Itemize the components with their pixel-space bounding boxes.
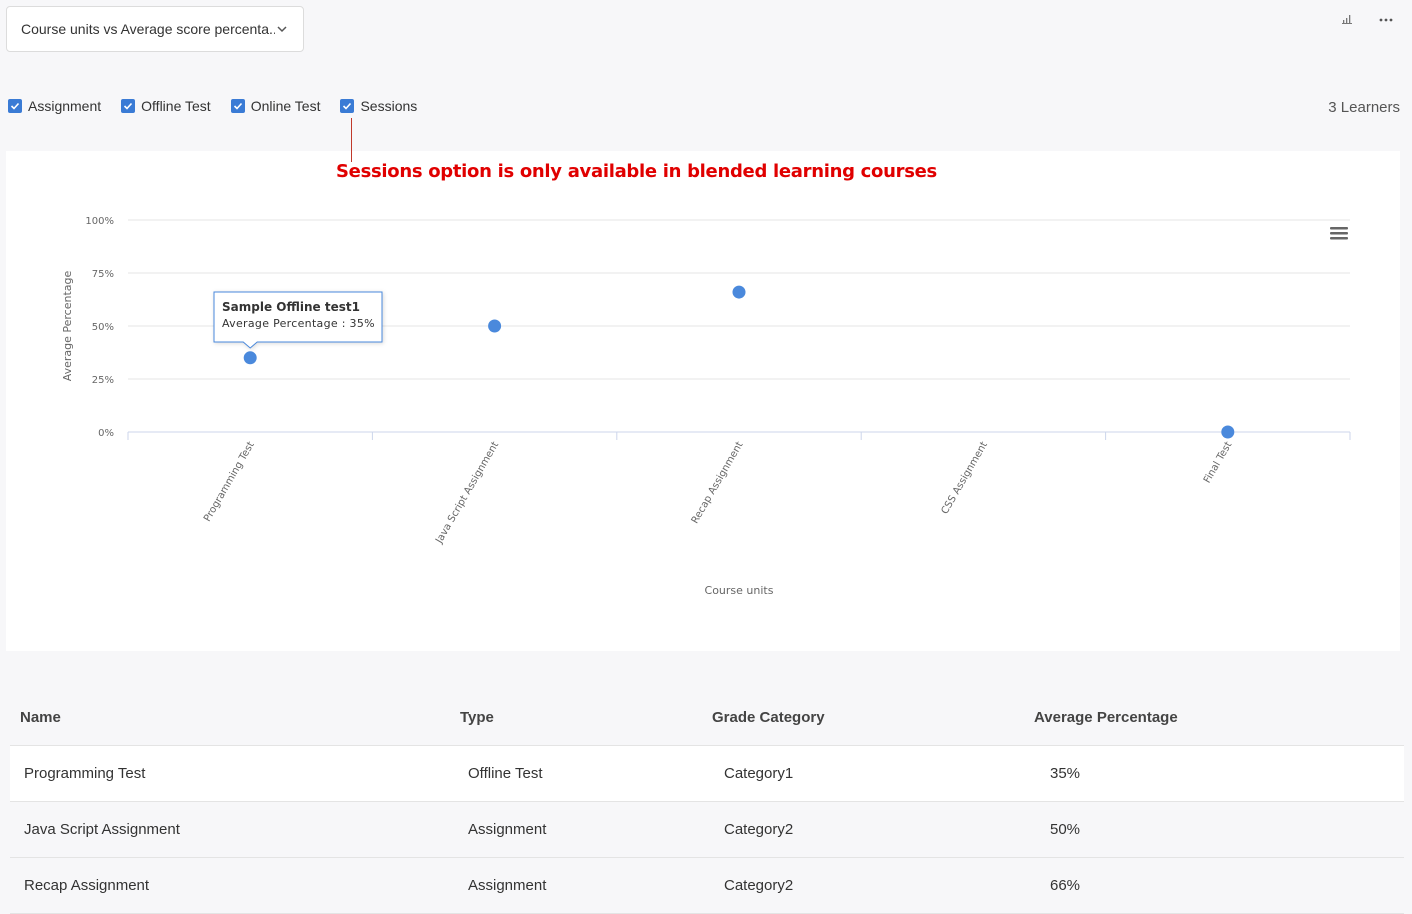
chart-menu-icon — [1330, 232, 1348, 235]
filter-assignment[interactable]: Assignment — [8, 98, 101, 114]
cell-average-percentage: 50% — [1050, 821, 1081, 838]
filter-label: Assignment — [28, 98, 102, 114]
tooltip-title: Sample Offline test1 — [222, 300, 360, 314]
x-axis-label: Course units — [705, 584, 774, 597]
data-point — [488, 319, 502, 333]
y-axis-label: Average Percentage — [61, 271, 74, 382]
header-average-percentage[interactable]: Average Percentage — [1034, 709, 1404, 726]
checkbox-checked-icon[interactable] — [340, 99, 355, 113]
checkbox-checked-icon[interactable] — [8, 99, 22, 113]
data-point — [1221, 425, 1235, 439]
sessions-annotation: Sessions option is only available in ble… — [336, 161, 937, 182]
filter-offline-test[interactable]: Offline Test — [121, 98, 211, 114]
header-grade-category[interactable]: Grade Category — [712, 709, 1034, 726]
data-point — [243, 351, 257, 365]
cell-average-percentage: 66% — [1050, 877, 1081, 894]
cell-type: Assignment — [468, 821, 547, 838]
more-options-icon[interactable] — [1378, 12, 1394, 26]
x-tick-label: CSS Assignment — [940, 440, 990, 516]
chart-menu-icon — [1330, 237, 1348, 240]
filter-label: Offline Test — [141, 98, 211, 114]
x-tick-label: Programming Test — [202, 440, 257, 524]
checkbox-checked-icon[interactable] — [121, 99, 136, 113]
cell-type: Assignment — [468, 877, 547, 894]
header-name[interactable]: Name — [10, 709, 460, 726]
chart-menu-icon — [1330, 227, 1348, 230]
cell-grade-category: Category2 — [724, 877, 794, 894]
learners-count: 3 Learners — [1328, 99, 1400, 116]
cell-name: Java Script Assignment — [24, 821, 180, 838]
x-tick-label: Recap Assignment — [690, 440, 746, 526]
cell-type: Offline Test — [468, 765, 543, 782]
cell-grade-category: Category1 — [724, 765, 794, 782]
filter-online-test[interactable]: Online Test — [230, 98, 321, 114]
cell-name: Programming Test — [24, 765, 146, 782]
cell-name: Recap Assignment — [24, 877, 150, 894]
filter-sessions[interactable]: Sessions — [340, 98, 417, 114]
chevron-down-icon — [277, 26, 287, 33]
table-row[interactable]: Programming Test Offline Test Category1 … — [10, 746, 1404, 802]
checkbox-checked-icon[interactable] — [230, 99, 245, 113]
scatter-chart: 0% 25% 50% 75% 100% Programming Test Java Scri… — [61, 216, 1351, 597]
chart-type-dropdown[interactable]: Course units vs Average score percenta..… — [6, 6, 304, 52]
tooltip-text: Average Percentage : 35% — [222, 317, 375, 330]
filter-checkboxes: Assignment Offline Test Online Test Sess… — [8, 98, 437, 114]
bar-chart-icon[interactable] — [1340, 12, 1354, 26]
y-tick-label: 50% — [92, 322, 114, 333]
y-tick-label: 75% — [92, 269, 114, 280]
cell-average-percentage: 35% — [1050, 765, 1081, 782]
table-row[interactable]: Recap Assignment Assignment Category2 66… — [10, 858, 1404, 914]
data-point — [732, 285, 746, 299]
y-tick-label: 100% — [85, 216, 114, 227]
dropdown-label: Course units vs Average score percenta..… — [21, 21, 275, 37]
results-table: Name Type Grade Category Average Percent… — [10, 690, 1404, 914]
annotation-pointer — [351, 118, 352, 162]
chart-card: 0% 25% 50% 75% 100% Programming Test Java Scri… — [6, 151, 1400, 651]
table-header: Name Type Grade Category Average Percent… — [10, 690, 1404, 746]
x-tick-label: Final Test — [1202, 440, 1235, 485]
filter-label: Sessions — [360, 98, 418, 114]
table-row[interactable]: Java Script Assignment Assignment Catego… — [10, 802, 1404, 858]
cell-grade-category: Category2 — [724, 821, 794, 838]
header-type[interactable]: Type — [460, 709, 712, 726]
y-tick-label: 0% — [98, 428, 114, 439]
x-tick-label: Java Script Assignment — [433, 440, 501, 546]
y-tick-label: 25% — [92, 375, 114, 386]
filter-label: Online Test — [250, 98, 321, 114]
